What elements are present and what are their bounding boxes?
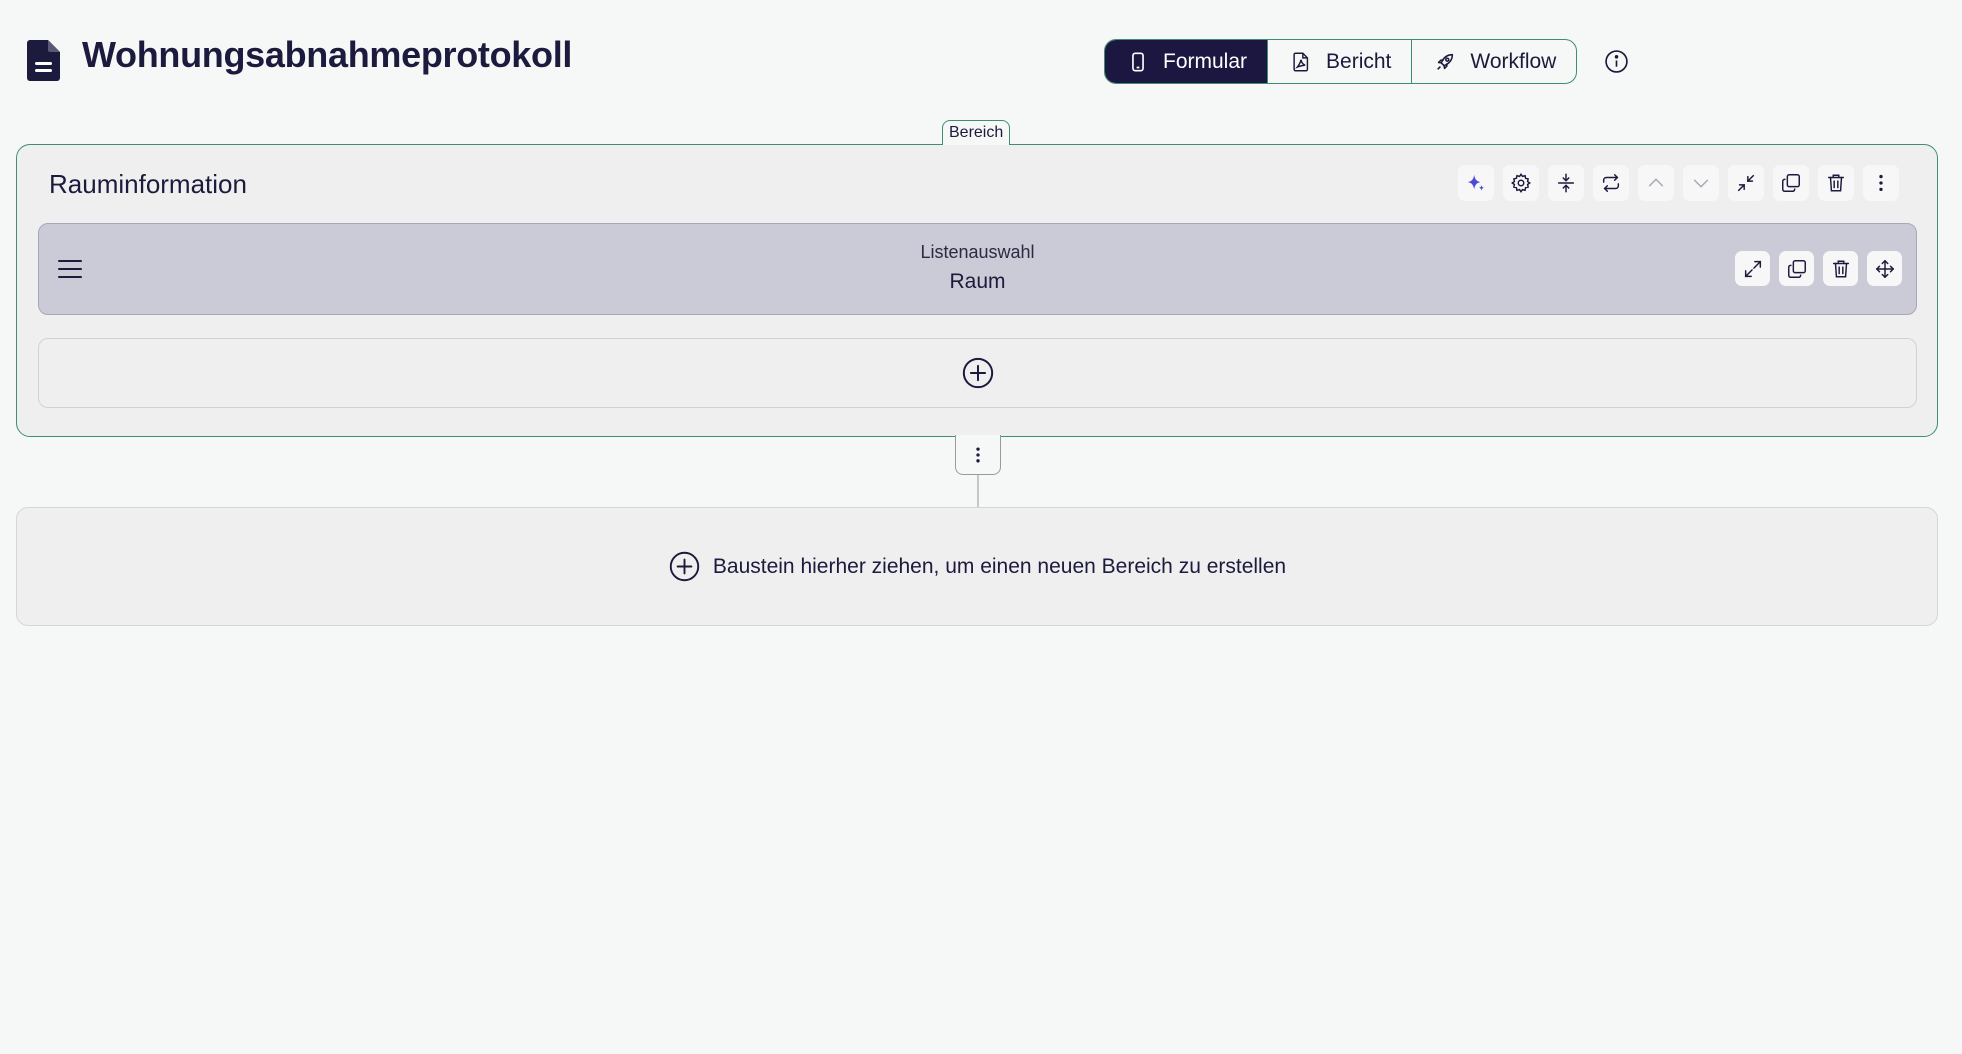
collapse-button[interactable] [1548,165,1584,201]
app: Wohnungsabnahmeprotokoll Formular Berich… [0,0,1962,1054]
collapse-vertical-icon [1557,173,1575,193]
add-field-button[interactable] [38,338,1917,408]
more-vertical-icon [976,447,980,462]
move-field-button[interactable] [1867,251,1902,286]
page-title: Wohnungsabnahmeprotokoll [82,34,573,75]
sparkle-icon [1467,174,1485,191]
tab-formular-label: Formular [1163,49,1248,73]
document-icon [27,40,60,81]
ai-assist-button[interactable] [1458,165,1494,201]
section-tag: Bereich [942,120,1011,145]
repeat-button[interactable] [1593,165,1629,201]
delete-field-button[interactable] [1823,251,1858,286]
duplicate-section-button[interactable] [1773,165,1809,201]
duplicate-field-button[interactable] [1779,251,1814,286]
more-vertical-icon [1879,174,1883,192]
new-section-dropzone[interactable]: Baustein hierher ziehen, um einen neuen … [16,507,1938,626]
connector-line [977,475,979,507]
chevron-up-icon [1648,178,1664,187]
copy-icon [1787,259,1806,278]
tab-formular[interactable]: Formular [1105,40,1269,83]
info-icon[interactable] [1604,49,1629,74]
tab-bericht-label: Bericht [1326,49,1392,73]
expand-icon [1744,260,1761,277]
delete-section-button[interactable] [1818,165,1854,201]
view-switcher: Formular Bericht Workflow [1104,39,1578,84]
section-title: Rauminformation [49,169,247,199]
more-options-button[interactable] [1863,165,1899,201]
phone-icon [1132,51,1144,72]
header: Wohnungsabnahmeprotokoll Formular Berich… [0,0,1962,110]
gear-icon [1511,173,1531,193]
minimize-icon [1737,174,1755,192]
dropzone-text: Baustein hierher ziehen, um einen neuen … [712,554,1287,578]
plus-circle-icon [669,551,700,582]
section-card: Rauminformation Listenauswahl Raum [16,144,1938,437]
pdf-file-icon [1293,52,1309,71]
field-toolbar [1735,251,1902,286]
field-label: Raum [949,270,1006,293]
move-up-button[interactable] [1638,165,1674,201]
move-down-button[interactable] [1683,165,1719,201]
rocket-icon [1437,53,1454,70]
plus-circle-icon [962,357,993,389]
tab-workflow[interactable]: Workflow [1412,40,1576,83]
section-toolbar [1458,165,1899,201]
repeat-icon [1602,174,1620,192]
field-block[interactable]: Listenauswahl Raum [38,223,1917,315]
minimize-button[interactable] [1728,165,1764,201]
trash-icon [1827,174,1845,192]
move-icon [1875,259,1894,278]
expand-field-button[interactable] [1735,251,1770,286]
chevron-down-icon [1693,179,1709,188]
settings-button[interactable] [1503,165,1539,201]
tab-workflow-label: Workflow [1470,49,1557,73]
trash-icon [1832,259,1849,278]
field-type-label: Listenauswahl [920,242,1035,262]
tab-bericht[interactable]: Bericht [1268,40,1413,83]
section-menu-button[interactable] [955,435,1001,475]
copy-icon [1782,174,1800,192]
